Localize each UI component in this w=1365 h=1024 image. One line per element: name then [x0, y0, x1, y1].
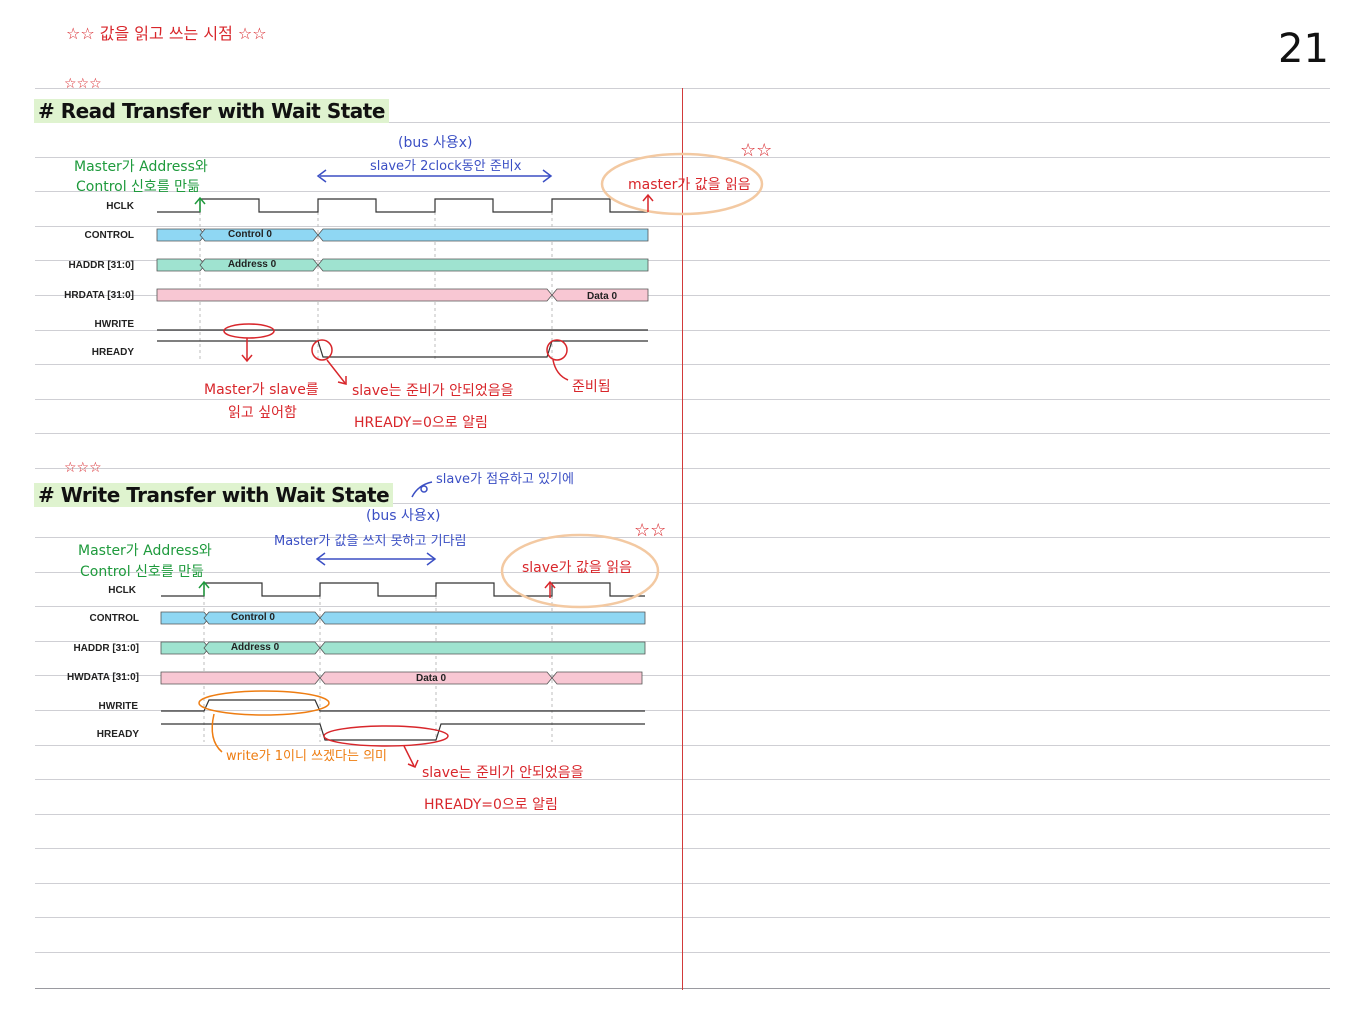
write-slave-notready-2: HREADY=0으로 알림 — [424, 797, 558, 813]
write-timing-diagram — [160, 481, 660, 768]
write-address-label: Address 0 — [230, 642, 280, 653]
write-meaning: write가 1이니 쓰겠다는 의미 — [226, 749, 387, 764]
write-slave-notready-1: slave는 준비가 안되었음을 — [422, 765, 584, 781]
write-hclk-wave — [161, 582, 645, 597]
notebook-page: ☆☆ 값을 읽고 쓰는 시점 ☆☆ 21 ☆☆☆ # Read Transfer… — [0, 0, 1365, 1024]
write-control-label: Control 0 — [231, 612, 275, 623]
write-data-label: Data 0 — [415, 673, 446, 684]
